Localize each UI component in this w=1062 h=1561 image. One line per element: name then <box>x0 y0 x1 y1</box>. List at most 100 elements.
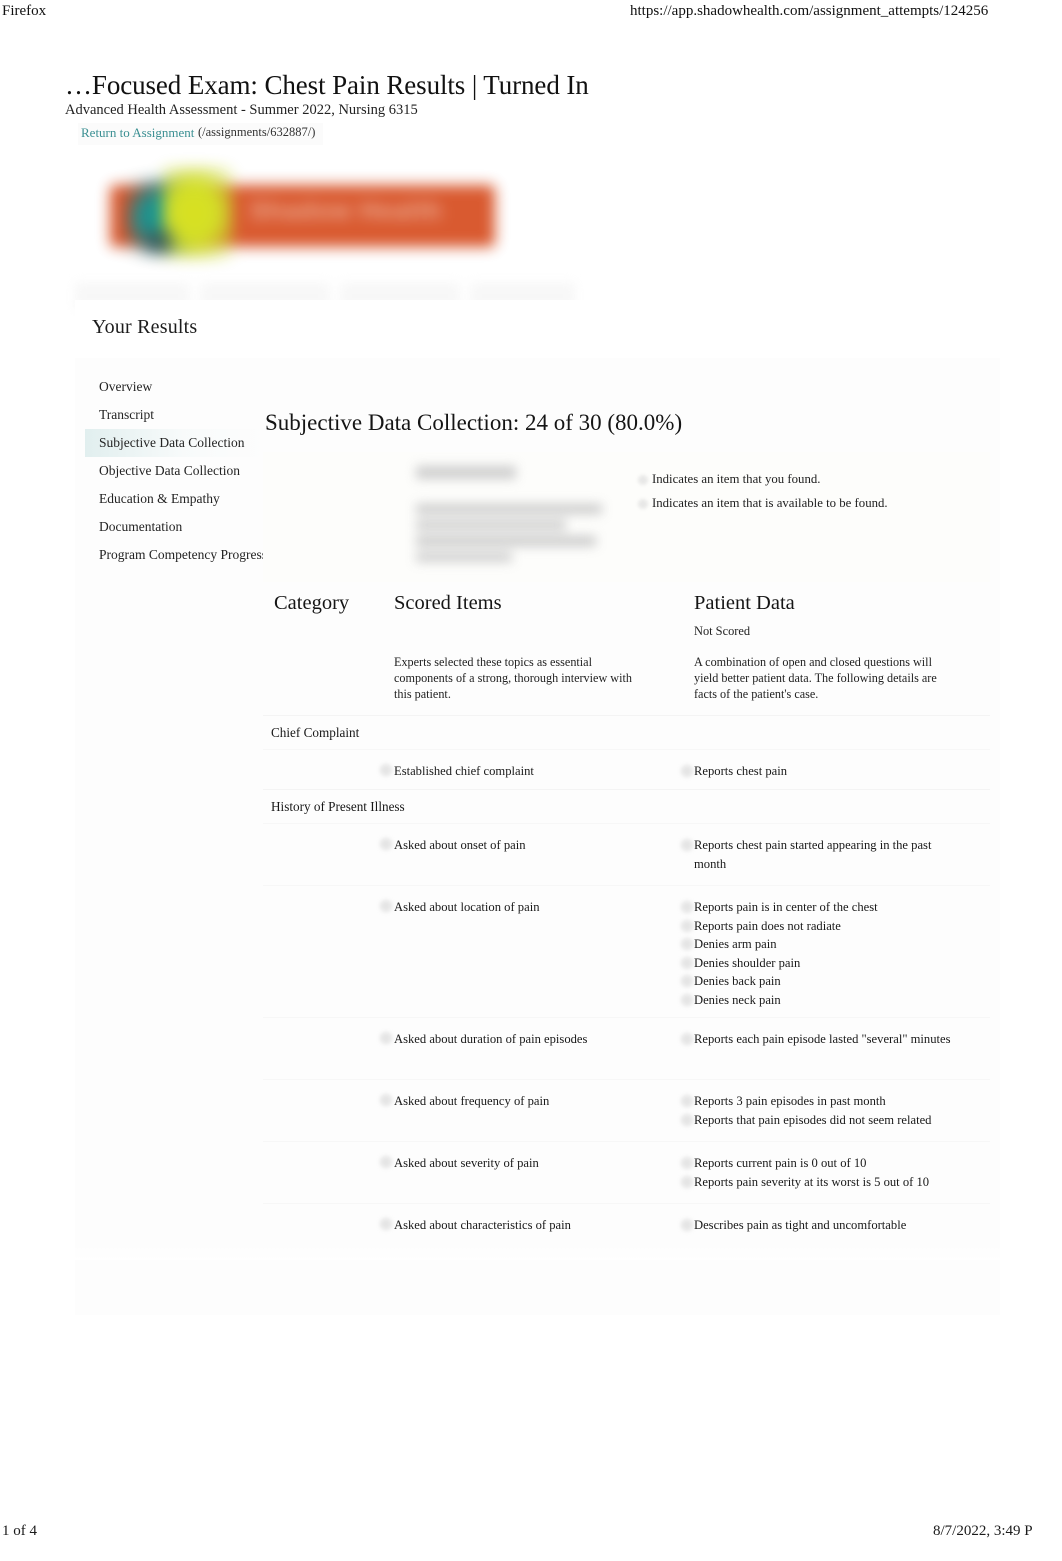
patient-data-cell: Reports pain is in center of the chest R… <box>681 898 966 1009</box>
scored-item-text: Asked about onset of pain <box>394 838 526 852</box>
patient-data-marker-icon <box>681 1175 693 1188</box>
patient-data-line: Reports chest pain started appearing in … <box>681 836 966 873</box>
sidebar-item-label: Documentation <box>99 519 183 534</box>
scored-item-marker-icon <box>380 1218 392 1230</box>
scored-item-marker-icon <box>380 1032 392 1044</box>
your-results-heading: Your Results <box>92 316 198 338</box>
page-content: …Focused Exam: Chest Pain Results | Turn… <box>0 60 1062 1315</box>
scored-item-cell: Asked about characteristics of pain <box>380 1216 674 1234</box>
category-label: History of Present Illness <box>271 799 405 814</box>
patient-data-text: Reports current pain is 0 out of 10 <box>694 1156 867 1170</box>
patient-data-text: Denies neck pain <box>694 992 781 1007</box>
patient-data-marker-icon <box>681 1219 693 1231</box>
legend-block: Indicates an item that you found. Indica… <box>263 452 990 582</box>
patient-data-text: Reports that pain episodes did not seem … <box>694 1112 932 1127</box>
scored-item-text: Asked about frequency of pain <box>394 1094 550 1108</box>
patient-data-marker-icon <box>681 975 693 987</box>
patient-data-line: Reports each pain episode lasted "severa… <box>681 1030 966 1049</box>
sidebar-item-label: Transcript <box>99 407 155 422</box>
table-row: Established chief complaint Reports ches… <box>263 749 990 789</box>
patient-data-text: Reports chest pain started appearing in … <box>694 838 932 871</box>
patient-data-line: Describes pain as tight and uncomfortabl… <box>681 1216 966 1235</box>
table-row: Asked about onset of pain Reports chest … <box>263 823 990 885</box>
scored-item-marker-icon <box>380 764 392 776</box>
patient-data-marker-icon <box>681 1033 693 1045</box>
scored-item-cell: Asked about frequency of pain <box>380 1092 674 1110</box>
patient-data-marker-icon <box>681 919 693 932</box>
logo-dark-accent-icon <box>142 227 176 257</box>
scored-item-text: Asked about location of pain <box>394 900 540 914</box>
patient-data-line: Denies shoulder pain <box>681 954 966 973</box>
legend-entry-text: Indicates an item that is available to b… <box>652 496 888 510</box>
patient-data-text: Describes pain as tight and uncomfortabl… <box>694 1218 907 1232</box>
print-footer: 1 of 4 8/7/2022, 3:49 P <box>0 1501 1062 1561</box>
return-to-assignment-link[interactable]: Return to Assignment <box>81 125 194 141</box>
patient-data-text: Reports pain is in center of the chest <box>694 900 878 914</box>
scored-item-marker-icon <box>380 838 392 850</box>
sidebar-item-overview[interactable]: Overview <box>85 373 265 401</box>
sidebar-item-documentation[interactable]: Documentation <box>85 513 265 541</box>
print-timestamp: 8/7/2022, 3:49 P <box>933 1523 1033 1539</box>
patient-data-marker-icon <box>681 901 693 913</box>
page-title: …Focused Exam: Chest Pain Results | Turn… <box>65 70 589 100</box>
patient-data-line: Reports current pain is 0 out of 10 <box>681 1154 966 1173</box>
results-card: Your Results Overview Transcript Subject… <box>75 300 1000 1315</box>
column-header-category: Category <box>274 592 350 614</box>
column-header-scored-items: Scored Items <box>394 592 502 614</box>
patient-data-cell: Describes pain as tight and uncomfortabl… <box>681 1216 966 1235</box>
patient-data-description: A combination of open and closed questio… <box>694 655 937 701</box>
sidebar-item-program-competency-progress[interactable]: Program Competency Progress <box>85 541 267 569</box>
page-bottom-fade <box>75 1246 1000 1260</box>
patient-data-text: Reports pain does not radiate <box>694 918 841 933</box>
patient-data-marker-icon <box>681 938 693 950</box>
not-scored-badge: Not Scored <box>694 624 751 638</box>
results-table-header: Category Scored Items Patient Data Not S… <box>263 592 990 712</box>
patient-data-marker-icon <box>681 765 693 777</box>
patient-data-line: Reports pain is in center of the chest <box>681 898 966 917</box>
return-to-assignment-url: (/assignments/632887/) <box>198 125 316 139</box>
scored-item-cell: Asked about duration of pain episodes <box>380 1030 674 1048</box>
scored-items-description: Experts selected these topics as essenti… <box>394 655 632 701</box>
scored-item-text: Asked about characteristics of pain <box>394 1218 571 1232</box>
course-subtitle: Advanced Health Assessment - Summer 2022… <box>65 102 418 118</box>
patient-data-cell: Reports chest pain <box>681 762 966 781</box>
category-label: Chief Complaint <box>271 725 360 740</box>
sidebar-item-transcript[interactable]: Transcript <box>85 401 265 429</box>
sidebar-item-label: Education & Empathy <box>99 491 220 506</box>
patient-data-text: Reports pain severity at its worst is 5 … <box>694 1174 930 1189</box>
sidebar-item-label: Overview <box>99 379 153 394</box>
section-heading: Subjective Data Collection: 24 of 30 (80… <box>265 410 683 435</box>
scored-item-marker-icon <box>380 1156 392 1168</box>
category-row: History of Present Illness <box>263 789 990 823</box>
scored-item-text: Asked about severity of pain <box>394 1156 539 1170</box>
patient-data-line: Reports that pain episodes did not seem … <box>681 1111 966 1130</box>
patient-data-cell: Reports each pain episode lasted "severa… <box>681 1030 966 1049</box>
column-header-patient-data: Patient Data <box>694 592 795 614</box>
patient-data-marker-icon <box>681 1113 693 1126</box>
patient-data-line: Reports chest pain <box>681 762 966 781</box>
sidebar-item-objective-data-collection[interactable]: Objective Data Collection <box>85 457 265 485</box>
legend-preview-thumbnail <box>408 462 608 574</box>
sidebar-item-label: Program Competency Progress <box>99 547 267 562</box>
scored-item-text: Asked about duration of pain episodes <box>394 1032 588 1046</box>
patient-data-line: Reports pain severity at its worst is 5 … <box>681 1173 966 1192</box>
patient-data-line: Reports pain does not radiate <box>681 917 966 936</box>
scored-item-cell: Established chief complaint <box>380 762 674 780</box>
page-indicator: 1 of 4 <box>2 1523 37 1539</box>
patient-data-cell: Reports current pain is 0 out of 10 Repo… <box>681 1154 966 1192</box>
shadow-health-logo: Shadow Health <box>100 165 500 275</box>
sidebar-item-label: Subjective Data Collection <box>99 435 245 450</box>
patient-data-marker-icon <box>681 839 693 851</box>
patient-data-marker-icon <box>681 993 693 1006</box>
table-row: Asked about duration of pain episodes Re… <box>263 1017 990 1079</box>
print-header: Firefox https://app.shadowhealth.com/ass… <box>0 0 1062 36</box>
patient-data-line: Denies arm pain <box>681 935 966 954</box>
scored-item-text: Established chief complaint <box>394 764 534 778</box>
legend-entry-available: Indicates an item that is available to b… <box>638 494 938 513</box>
sidebar-item-label: Objective Data Collection <box>99 463 240 478</box>
sidebar-item-subjective-data-collection[interactable]: Subjective Data Collection <box>85 429 265 457</box>
patient-data-text: Denies arm pain <box>694 937 777 951</box>
sidebar-item-education-and-empathy[interactable]: Education & Empathy <box>85 485 265 513</box>
scored-item-cell: Asked about severity of pain <box>380 1154 674 1172</box>
patient-data-line: Reports 3 pain episodes in past month <box>681 1092 966 1111</box>
